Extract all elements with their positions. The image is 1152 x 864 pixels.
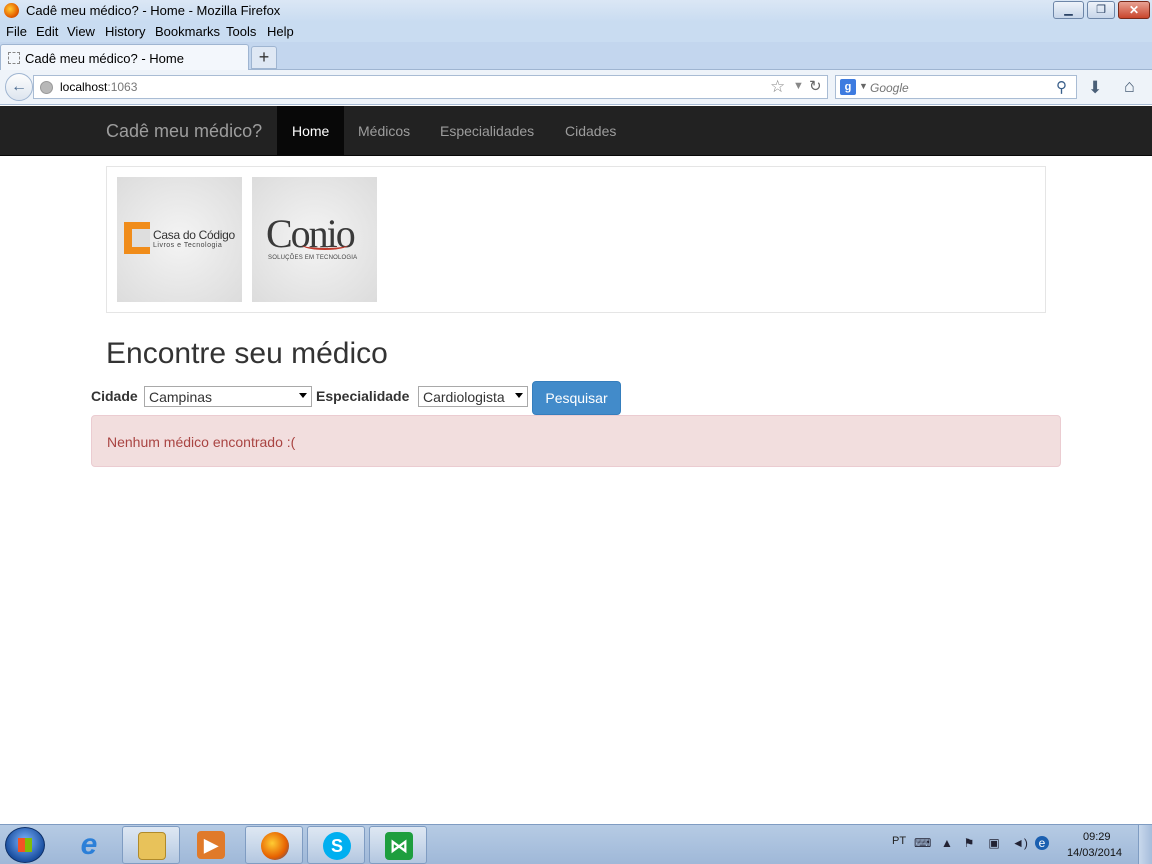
casa-do-codigo-tagline: Livros e Tecnologia <box>153 242 223 249</box>
windows-taskbar: e ▶ S ⋈ PT ⌨ ▲ ⚑ ▣ ◄) e 09:29 14/03/2014 <box>0 824 1152 864</box>
search-button[interactable]: Pesquisar <box>532 381 621 415</box>
conio-swoosh-icon <box>302 240 348 250</box>
casa-do-codigo-logo: Casa do Código Livros e Tecnologia <box>117 177 242 302</box>
menu-file[interactable]: File <box>6 24 27 39</box>
url-host: localhost <box>60 80 108 94</box>
site-brand[interactable]: Cadê meu médico? <box>106 121 262 142</box>
url-port: :1063 <box>107 80 138 94</box>
system-tray-app-icon[interactable]: e <box>1035 836 1049 850</box>
casa-do-codigo-name: Casa do Código <box>153 228 235 242</box>
firefox-icon <box>261 832 289 860</box>
casa-do-codigo-mark-icon <box>124 222 150 254</box>
close-icon: ✕ <box>1128 3 1140 17</box>
specialty-label: Especialidade <box>316 388 410 404</box>
visual-studio-icon: ⋈ <box>385 832 413 860</box>
conio-name: Conio <box>266 211 356 256</box>
start-button[interactable] <box>5 827 45 863</box>
nav-especialidades[interactable]: Especialidades <box>425 106 549 156</box>
search-magnifier-icon[interactable]: ⚲ <box>1056 78 1067 96</box>
folder-icon <box>138 832 166 860</box>
back-button[interactable]: ← <box>5 73 33 101</box>
network-icon[interactable]: ▣ <box>987 836 1001 850</box>
show-desktop-button[interactable] <box>1138 825 1152 864</box>
chevron-down-icon <box>299 393 307 398</box>
nav-cidades[interactable]: Cidades <box>550 106 631 156</box>
firefox-icon <box>4 3 19 18</box>
page-favicon-icon <box>8 52 20 64</box>
engine-dropdown-icon[interactable]: ▼ <box>859 81 868 91</box>
city-select[interactable]: Campinas <box>144 386 312 407</box>
keyboard-icon[interactable]: ⌨ <box>914 836 931 850</box>
clock-date[interactable]: 14/03/2014 <box>1067 847 1122 859</box>
specialty-select-value: Cardiologista <box>423 389 505 405</box>
new-tab-button[interactable]: + <box>251 46 277 69</box>
restore-button[interactable]: ❐ <box>1087 1 1115 19</box>
action-center-flag-icon[interactable]: ⚑ <box>962 836 976 850</box>
menu-help[interactable]: Help <box>267 24 294 39</box>
chevron-down-icon <box>515 393 523 398</box>
menu-tools[interactable]: Tools <box>226 24 256 39</box>
city-label: Cidade <box>91 388 138 404</box>
nav-home[interactable]: Home <box>277 106 345 156</box>
menu-edit[interactable]: Edit <box>36 24 58 39</box>
restore-icon: ❐ <box>1096 4 1106 16</box>
taskbar-firefox[interactable] <box>245 826 303 864</box>
menu-view[interactable]: View <box>67 24 95 39</box>
bookmark-star-icon[interactable]: ☆ <box>770 77 785 97</box>
url-text[interactable]: localhost:1063 <box>60 80 137 94</box>
menu-history[interactable]: History <box>105 24 145 39</box>
page-title: Encontre seu médico <box>106 337 388 370</box>
internet-explorer-icon: e <box>80 828 98 861</box>
taskbar-file-explorer[interactable] <box>122 826 180 864</box>
taskbar-skype[interactable]: S <box>307 826 365 864</box>
alert-message: Nenhum médico encontrado :( <box>107 434 296 450</box>
site-navbar: Cadê meu médico? Home Médicos Especialid… <box>0 106 1152 156</box>
browser-toolbar: localhost:1063 ☆ ▼ ↻ ← g ▼ ⚲ ⬇ ⌂ <box>0 70 1152 105</box>
specialty-select[interactable]: Cardiologista <box>418 386 528 407</box>
conio-tagline: SOLUÇÕES EM TECNOLOGIA <box>268 255 358 261</box>
taskbar-visual-studio[interactable]: ⋈ <box>369 826 427 864</box>
conio-logo: Conio SOLUÇÕES EM TECNOLOGIA <box>252 177 377 302</box>
menu-bookmarks[interactable]: Bookmarks <box>155 24 220 39</box>
volume-icon[interactable]: ◄) <box>1012 836 1028 850</box>
tab-title: Cadê meu médico? - Home <box>25 51 184 66</box>
taskbar-media-player[interactable]: ▶ <box>182 826 240 864</box>
window-title: Cadê meu médico? - Home - Mozilla Firefo… <box>26 3 281 18</box>
taskbar-internet-explorer[interactable]: e <box>60 826 118 864</box>
show-hidden-icons-icon[interactable]: ▲ <box>940 836 954 850</box>
city-select-value: Campinas <box>149 389 213 405</box>
clock-time[interactable]: 09:29 <box>1083 831 1111 843</box>
home-icon[interactable]: ⌂ <box>1124 76 1135 97</box>
menu-bar: File Edit View History Bookmarks Tools H… <box>0 22 1152 42</box>
site-identity-icon[interactable] <box>40 81 53 94</box>
search-input[interactable] <box>870 79 1050 96</box>
url-history-dropdown-icon[interactable]: ▼ <box>793 80 804 92</box>
sponsors-panel: Casa do Código Livros e Tecnologia Conio… <box>106 166 1046 313</box>
downloads-icon[interactable]: ⬇ <box>1088 78 1102 98</box>
minimize-icon: ▁ <box>1064 4 1073 16</box>
skype-icon: S <box>323 832 351 860</box>
reload-icon[interactable]: ↻ <box>809 77 822 95</box>
google-engine-icon[interactable]: g <box>840 79 856 95</box>
media-player-icon: ▶ <box>197 831 225 859</box>
language-indicator[interactable]: PT <box>892 835 906 847</box>
no-results-alert: Nenhum médico encontrado :( <box>91 415 1061 467</box>
search-bar[interactable]: g ▼ ⚲ <box>835 75 1077 99</box>
back-arrow-icon: ← <box>11 78 27 95</box>
tab-strip: Cadê meu médico? - Home + <box>0 42 1152 71</box>
window-titlebar: Cadê meu médico? - Home - Mozilla Firefo… <box>0 0 1152 22</box>
minimize-button[interactable]: ▁ <box>1053 1 1084 19</box>
windows-logo-icon <box>18 838 32 852</box>
close-button[interactable]: ✕ <box>1118 1 1150 19</box>
url-bar[interactable]: localhost:1063 ☆ ▼ ↻ <box>33 75 828 99</box>
browser-tab[interactable]: Cadê meu médico? - Home <box>0 44 249 71</box>
nav-medicos[interactable]: Médicos <box>343 106 425 156</box>
